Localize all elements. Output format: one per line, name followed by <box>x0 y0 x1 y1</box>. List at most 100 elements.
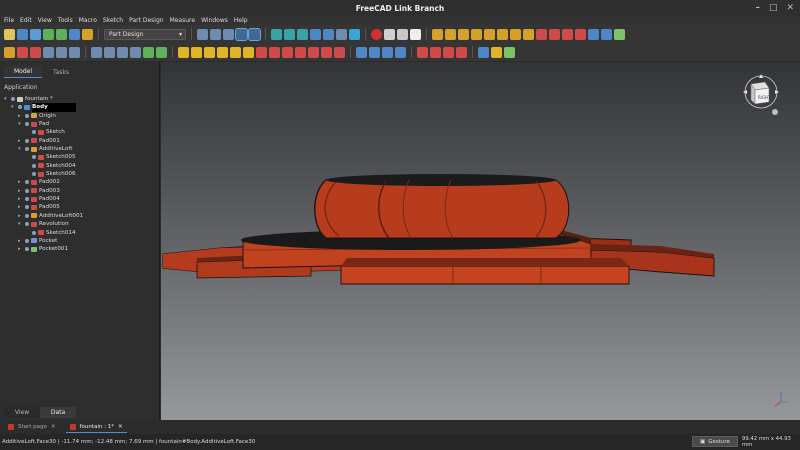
tab-tasks[interactable]: Tasks <box>42 66 80 78</box>
visibility-icon[interactable] <box>25 247 29 252</box>
measure-toggle-icon[interactable] <box>575 28 586 40</box>
tree-item[interactable]: Sketch <box>0 128 160 136</box>
axonometric-icon[interactable] <box>445 28 456 40</box>
visibility-icon[interactable] <box>25 180 29 185</box>
chevron-right-icon[interactable]: ▸ <box>18 178 21 186</box>
chevron-down-icon[interactable]: ▾ <box>18 145 21 153</box>
view-fit-icon[interactable] <box>197 28 208 40</box>
visibility-icon[interactable] <box>25 147 29 152</box>
macro-run-icon[interactable] <box>410 28 421 40</box>
back-icon[interactable] <box>271 28 282 40</box>
isometric-view-icon[interactable] <box>248 27 261 41</box>
tree-item[interactable]: Sketch004 <box>0 162 160 170</box>
tab-fountain[interactable]: fountain : 1* ✕ <box>65 421 127 433</box>
additive-primitive-icon[interactable] <box>243 46 254 58</box>
menu-measure[interactable]: Measure <box>170 17 196 24</box>
fit-all-icon[interactable] <box>432 28 443 40</box>
chevron-down-icon[interactable]: ▾ <box>18 220 21 228</box>
chevron-down-icon[interactable]: ▾ <box>11 103 14 111</box>
draw-style-icon[interactable] <box>223 28 234 40</box>
minimize-icon[interactable]: – <box>755 2 760 14</box>
tree-item[interactable]: ▸ Pad004 <box>0 195 160 203</box>
groove-icon[interactable] <box>282 46 293 58</box>
close-icon[interactable]: ✕ <box>51 424 56 430</box>
measure-angular-icon[interactable] <box>549 28 560 40</box>
tree-item[interactable]: ▸ Pad001 <box>0 137 160 145</box>
undo-icon[interactable] <box>43 28 54 40</box>
local-cs-icon[interactable] <box>130 46 141 58</box>
save-icon[interactable] <box>30 28 41 40</box>
tree-item[interactable]: ▸ Pad002 <box>0 178 160 186</box>
left-view-icon[interactable] <box>523 28 534 40</box>
tree-item[interactable]: ▸ Origin <box>0 112 160 120</box>
macro-edit-icon[interactable] <box>397 28 408 40</box>
chevron-down-icon[interactable]: ▾ <box>4 95 7 103</box>
sub-shape-binder-icon[interactable] <box>156 46 167 58</box>
subtractive-pipe-icon[interactable] <box>308 46 319 58</box>
tree-item[interactable]: ▸ Pad005 <box>0 203 160 211</box>
model-render[interactable]: RIGHT <box>161 62 800 420</box>
top-view-icon[interactable] <box>471 28 482 40</box>
front-view-icon[interactable] <box>458 28 469 40</box>
measure-clear-icon[interactable] <box>562 28 573 40</box>
visibility-icon[interactable] <box>25 138 29 143</box>
tree-item[interactable]: ▸ Pocket001 <box>0 245 160 253</box>
tree-item[interactable]: ▾ Pad <box>0 120 160 128</box>
tree-item[interactable]: ▸ Pocket <box>0 237 160 245</box>
tree-item[interactable]: ▸ AdditiveLoft001 <box>0 212 160 220</box>
tree-item[interactable]: Sketch006 <box>0 170 160 178</box>
tree-item[interactable]: Sketch005 <box>0 153 160 161</box>
visibility-icon[interactable] <box>25 205 29 210</box>
tab-view[interactable]: View <box>4 407 40 418</box>
visibility-icon[interactable] <box>18 105 22 110</box>
pocket-icon[interactable] <box>256 46 267 58</box>
thickness-icon[interactable] <box>456 46 467 58</box>
rear-view-icon[interactable] <box>497 28 508 40</box>
shape-binder-icon[interactable] <box>143 46 154 58</box>
visibility-icon[interactable] <box>32 155 36 160</box>
3d-viewport[interactable]: RIGHT <box>161 62 800 420</box>
new-icon[interactable] <box>4 28 15 40</box>
chevron-right-icon[interactable]: ▸ <box>18 112 21 120</box>
chevron-right-icon[interactable]: ▸ <box>18 237 21 245</box>
tab-model[interactable]: Model <box>4 66 42 78</box>
datum-point-icon[interactable] <box>91 46 102 58</box>
link-sub-icon[interactable] <box>336 28 347 40</box>
visibility-icon[interactable] <box>32 163 36 168</box>
macro-record-icon[interactable] <box>371 28 382 40</box>
draft-icon[interactable] <box>443 46 454 58</box>
loft-icon[interactable] <box>204 46 215 58</box>
linear-pattern-icon[interactable] <box>369 46 380 58</box>
tree-item[interactable]: ▾ AdditiveLoft <box>0 145 160 153</box>
hole-icon[interactable] <box>269 46 280 58</box>
fillet-icon[interactable] <box>417 46 428 58</box>
tree-item[interactable]: Sketch014 <box>0 229 160 237</box>
pad-icon[interactable] <box>178 46 189 58</box>
visibility-icon[interactable] <box>32 230 36 235</box>
revolution-icon[interactable] <box>191 46 202 58</box>
pipe-icon[interactable] <box>217 46 228 58</box>
part-icon[interactable] <box>4 46 15 58</box>
workbench-select[interactable]: Part Design ▾ <box>104 28 186 40</box>
menu-macro[interactable]: Macro <box>79 17 97 24</box>
visibility-icon[interactable] <box>25 238 29 243</box>
visibility-icon[interactable] <box>32 130 36 135</box>
menu-view[interactable]: View <box>38 17 52 24</box>
open-icon[interactable] <box>17 28 28 40</box>
tree-item[interactable]: ▸ Pad003 <box>0 187 160 195</box>
sprocket-icon[interactable] <box>491 46 502 58</box>
sketch-icon[interactable] <box>30 46 41 58</box>
body-icon[interactable] <box>17 46 28 58</box>
chevron-right-icon[interactable]: ▸ <box>18 195 21 203</box>
attach-sketch-icon[interactable] <box>43 46 54 58</box>
navcube-menu-icon[interactable] <box>772 109 778 115</box>
polar-pattern-icon[interactable] <box>382 46 393 58</box>
chevron-right-icon[interactable]: ▸ <box>18 245 21 253</box>
subtractive-helix-icon[interactable] <box>321 46 332 58</box>
chevron-down-icon[interactable]: ▾ <box>18 120 21 128</box>
close-icon[interactable]: ✕ <box>118 424 123 430</box>
helix-icon[interactable] <box>230 46 241 58</box>
chevron-right-icon[interactable]: ▸ <box>18 187 21 195</box>
measure-delta-icon[interactable] <box>588 28 599 40</box>
chevron-right-icon[interactable]: ▸ <box>18 137 21 145</box>
